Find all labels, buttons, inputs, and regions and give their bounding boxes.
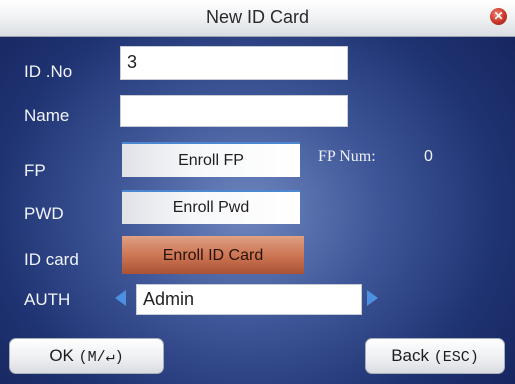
close-icon[interactable]: ✕ (490, 8, 507, 25)
ok-button-hint: (M/↵) (78, 349, 124, 366)
auth-select[interactable]: Admin (136, 284, 362, 315)
back-button-label: Back (391, 346, 430, 365)
enroll-pwd-button[interactable]: Enroll Pwd (122, 190, 300, 224)
id-no-input[interactable]: 3 (120, 46, 348, 80)
auth-next-arrow-icon[interactable] (367, 290, 378, 306)
title-bar: New ID Card ✕ (0, 0, 515, 37)
device-screen: New ID Card ✕ ID .No 3 Name FP Enroll FP… (0, 0, 515, 384)
id-card-label: ID card (24, 250, 79, 269)
fp-num-value: 0 (424, 148, 433, 165)
name-label: Name (24, 106, 70, 125)
auth-prev-arrow-icon[interactable] (115, 290, 126, 306)
id-no-label: ID .No (24, 62, 73, 81)
auth-label: AUTH (24, 290, 71, 309)
back-button[interactable]: Back (ESC) (365, 338, 505, 374)
back-button-hint: (ESC) (433, 349, 479, 366)
window-title: New ID Card (205, 7, 310, 27)
name-input[interactable] (120, 95, 348, 127)
pwd-label: PWD (24, 204, 64, 223)
ok-button[interactable]: OK (M/↵) (9, 338, 164, 374)
enroll-id-card-button[interactable]: Enroll ID Card (122, 236, 304, 274)
enroll-fp-button[interactable]: Enroll FP (122, 142, 300, 177)
ok-button-label: OK (49, 346, 74, 365)
fp-label: FP (24, 161, 46, 180)
fp-num-label: FP Num: (318, 148, 376, 165)
